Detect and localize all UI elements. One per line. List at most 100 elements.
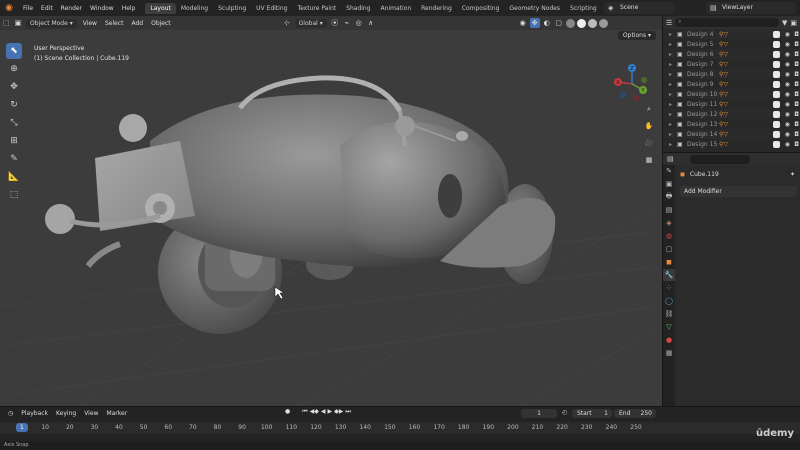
move-tool-icon[interactable]: ✥ <box>6 79 22 95</box>
eye-icon[interactable]: ◉ <box>785 121 790 128</box>
eye-icon[interactable]: ◉ <box>785 51 790 58</box>
exclude-checkbox[interactable] <box>773 130 780 138</box>
exclude-checkbox[interactable] <box>773 50 780 58</box>
tab-texture-paint[interactable]: Texture Paint <box>292 3 341 14</box>
scale-tool-icon[interactable]: ⤡ <box>6 115 22 131</box>
expand-arrow-icon[interactable]: ▸ <box>669 51 677 58</box>
menu-view[interactable]: View <box>79 20 101 27</box>
expand-arrow-icon[interactable]: ▸ <box>669 61 677 68</box>
menu-timeline-view[interactable]: View <box>80 410 102 417</box>
snap-icon[interactable]: ⌁ <box>342 18 352 28</box>
editor-type-icon[interactable]: ⬚ <box>1 18 11 28</box>
filter-icon[interactable]: ▼ <box>782 19 787 27</box>
outliner-row[interactable]: ▸ ▣ Design 12 ⚲▽ ◉ ◘ <box>663 109 800 119</box>
exclude-checkbox[interactable] <box>773 60 780 68</box>
constraints-tab-icon[interactable]: ⛓ <box>663 308 675 320</box>
expand-arrow-icon[interactable]: ▸ <box>669 131 677 138</box>
menu-keying[interactable]: Keying <box>52 410 80 417</box>
outliner-row[interactable]: ▸ ▣ Design 8 ⚲▽ ◉ ◘ <box>663 69 800 79</box>
output-tab-icon[interactable]: 🖶 <box>663 191 675 203</box>
render-camera-icon[interactable]: ◘ <box>794 101 799 108</box>
exclude-checkbox[interactable] <box>773 90 780 98</box>
visibility-icon[interactable]: ◉ <box>518 18 528 28</box>
eye-icon[interactable]: ◉ <box>785 131 790 138</box>
render-tab-icon[interactable]: ▣ <box>663 178 675 190</box>
solid-shading-button[interactable] <box>576 18 586 28</box>
exclude-checkbox[interactable] <box>773 70 780 78</box>
prev-key-icon[interactable]: ◀◆ <box>310 408 319 416</box>
properties-type-icon[interactable]: ▤ <box>667 155 674 163</box>
menu-window[interactable]: Window <box>86 5 118 12</box>
data-tab-icon[interactable]: ▽ <box>663 321 675 333</box>
rotate-tool-icon[interactable]: ↻ <box>6 97 22 113</box>
outliner-row[interactable]: ▸ ▣ Design 11 ⚲▽ ◉ ◘ <box>663 99 800 109</box>
expand-arrow-icon[interactable]: ▸ <box>669 111 677 118</box>
expand-arrow-icon[interactable]: ▸ <box>669 101 677 108</box>
menu-render[interactable]: Render <box>57 5 86 12</box>
eye-icon[interactable]: ◉ <box>785 91 790 98</box>
zoom-icon[interactable]: ⌕ <box>642 102 656 116</box>
eye-icon[interactable]: ◉ <box>785 61 790 68</box>
transform-tool-icon[interactable]: ⊞ <box>6 133 22 149</box>
play-icon[interactable]: ▶ <box>328 408 333 416</box>
options-button[interactable]: Options ▾ <box>617 31 656 40</box>
exclude-checkbox[interactable] <box>773 100 780 108</box>
rendered-shading-button[interactable] <box>598 18 608 28</box>
render-camera-icon[interactable]: ◘ <box>794 31 799 38</box>
tab-uv-editing[interactable]: UV Editing <box>251 3 292 14</box>
xray-icon[interactable]: ▢ <box>554 18 564 28</box>
outliner-row[interactable]: ▸ ▣ Design 5 ⚲▽ ◉ ◘ <box>663 39 800 49</box>
exclude-checkbox[interactable] <box>773 40 780 48</box>
render-camera-icon[interactable]: ◘ <box>794 131 799 138</box>
tab-sculpting[interactable]: Sculpting <box>213 3 251 14</box>
material-tab-icon[interactable]: ● <box>663 334 675 346</box>
pan-hand-icon[interactable]: ✋ <box>642 119 656 133</box>
particles-tab-icon[interactable]: ⁘ <box>663 282 675 294</box>
eye-icon[interactable]: ◉ <box>785 81 790 88</box>
tab-animation[interactable]: Animation <box>376 3 417 14</box>
expand-arrow-icon[interactable]: ▸ <box>669 141 677 148</box>
outliner-row[interactable]: ▸ ▣ Design 4 ⚲▽ ◉ ◘ <box>663 29 800 39</box>
physics-tab-icon[interactable]: ◯ <box>663 295 675 307</box>
menu-file[interactable]: File <box>19 5 37 12</box>
menu-help[interactable]: Help <box>118 5 140 12</box>
eye-icon[interactable]: ◉ <box>785 141 790 148</box>
falloff-icon[interactable]: ∧ <box>366 18 376 28</box>
exclude-checkbox[interactable] <box>773 140 780 148</box>
menu-marker[interactable]: Marker <box>102 410 131 417</box>
current-frame-field[interactable]: 1 <box>521 409 557 418</box>
gizmo-toggle-icon[interactable]: ✥ <box>529 18 540 28</box>
exclude-checkbox[interactable] <box>773 30 780 38</box>
render-camera-icon[interactable]: ◘ <box>794 121 799 128</box>
view-layer-selector[interactable]: ▤ ViewLayer <box>706 2 796 14</box>
expand-arrow-icon[interactable]: ▸ <box>669 91 677 98</box>
mode-dropdown[interactable]: Object Mode ▾ <box>26 18 77 28</box>
render-camera-icon[interactable]: ◘ <box>794 111 799 118</box>
outliner-row[interactable]: ▸ ▣ Design 7 ⚲▽ ◉ ◘ <box>663 59 800 69</box>
clock-icon[interactable]: ◴ <box>562 409 567 416</box>
texture-tab-icon[interactable]: ▦ <box>663 347 675 359</box>
cursor-tool-icon[interactable]: ⊕ <box>6 61 22 77</box>
object-tab-icon[interactable]: ◼ <box>663 256 675 268</box>
eye-icon[interactable]: ◉ <box>785 101 790 108</box>
menu-add[interactable]: Add <box>127 20 147 27</box>
menu-edit[interactable]: Edit <box>37 5 57 12</box>
menu-select[interactable]: Select <box>101 20 128 27</box>
timeline-editor-icon[interactable]: ◷ <box>4 410 17 417</box>
outliner-row[interactable]: ▸ ▣ Design 6 ⚲▽ ◉ ◘ <box>663 49 800 59</box>
current-frame-indicator[interactable]: 1 <box>16 423 28 432</box>
render-camera-icon[interactable]: ◘ <box>794 61 799 68</box>
render-camera-icon[interactable]: ◘ <box>794 71 799 78</box>
menu-object[interactable]: Object <box>147 20 175 27</box>
modifier-tab-icon[interactable]: 🔧 <box>663 269 675 281</box>
tab-geometry-nodes[interactable]: Geometry Nodes <box>504 3 565 14</box>
tab-rendering[interactable]: Rendering <box>416 3 457 14</box>
new-collection-icon[interactable]: ▣ <box>790 19 797 27</box>
outliner-search-input[interactable]: ⌕ <box>675 18 779 27</box>
outliner-row[interactable]: ▸ ▣ Design 14 ⚲▽ ◉ ◘ <box>663 129 800 139</box>
pivot-icon[interactable]: ⦿ <box>330 18 340 28</box>
navigation-gizmo[interactable]: Z X Y <box>610 62 654 106</box>
tab-compositing[interactable]: Compositing <box>457 3 505 14</box>
record-icon[interactable]: ● <box>285 408 290 416</box>
scene-selector[interactable]: ◈ Scene <box>604 2 674 14</box>
